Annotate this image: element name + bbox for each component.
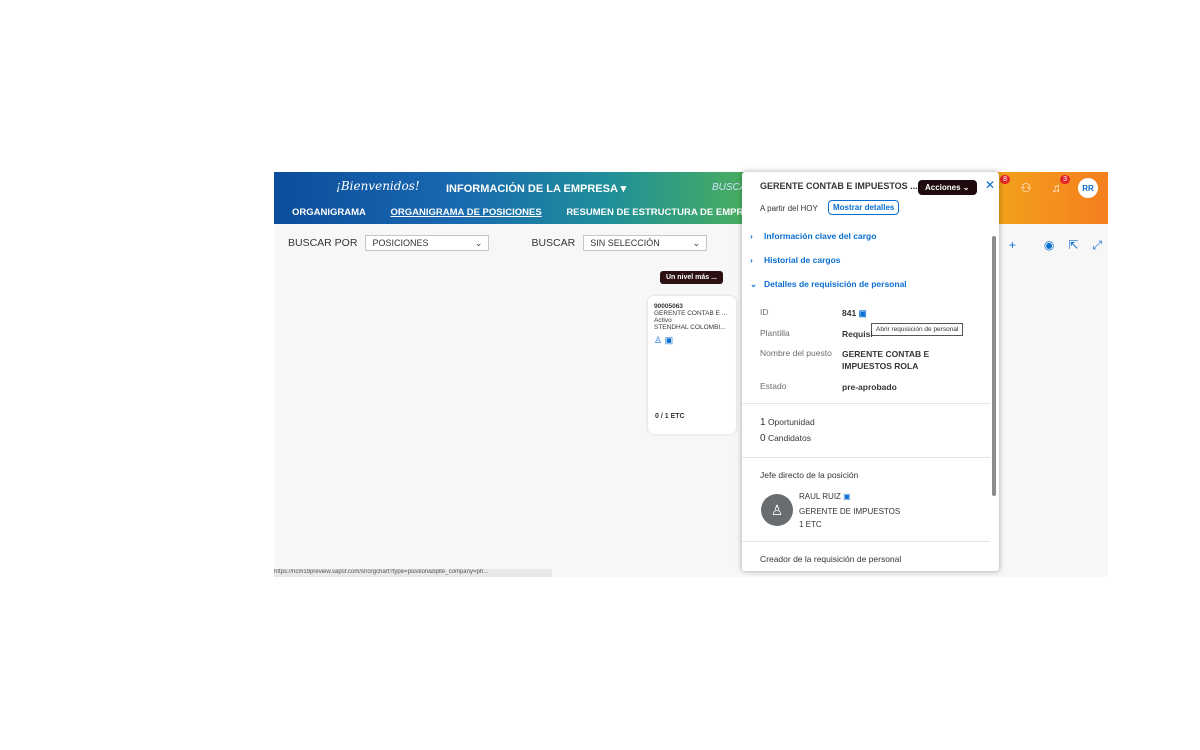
state-label: Estado	[760, 381, 787, 391]
todo-badge: 8	[1000, 175, 1010, 184]
position-fte: 0 / 1 ETC	[655, 413, 685, 420]
nav-tabs: ORGANIGRAMA ORGANIGRAMA DE POSICIONES RE…	[292, 207, 785, 218]
buscar-por-select[interactable]: POSICIONES ⌄	[365, 235, 490, 251]
panel-scrollbar[interactable]	[990, 228, 998, 568]
buscar-value: SIN SELECCIÓN	[590, 238, 660, 248]
position-name-label: Nombre del puesto	[760, 348, 832, 358]
divider	[742, 457, 990, 458]
contact-card-icon[interactable]: ▣	[843, 492, 851, 501]
req-id-value: 841 ▣	[842, 308, 867, 318]
tab-resumen-estructura[interactable]: RESUMEN DE ESTRUCTURA DE EMPRESA	[566, 207, 763, 218]
position-card[interactable]: 90005063 GERENTE CONTAB E ... Activo STE…	[648, 296, 736, 434]
buscar-por-value: POSICIONES	[372, 238, 429, 248]
position-name-value: GERENTE CONTAB E IMPUESTOS ROLA	[842, 349, 930, 371]
add-icon[interactable]: +	[1009, 238, 1016, 253]
notification-badge: 3	[1060, 175, 1070, 184]
module-menu[interactable]: INFORMACIÓN DE LA EMPRESA ▾	[446, 182, 626, 195]
status-bar-url: https://hcm19preview.sapsf.com/sf/orgcha…	[274, 569, 552, 577]
chevron-right-icon: ›	[750, 255, 753, 265]
template-label: Plantilla	[760, 328, 790, 338]
chevron-down-icon: ⌄	[692, 237, 701, 248]
candidates[interactable]: 0 Candidatos	[760, 433, 811, 444]
tooltip: Abrir requisición de personal	[871, 323, 964, 336]
section-requisicion[interactable]: ⌄ Detalles de requisición de personal	[750, 279, 907, 290]
template-value: Requisi	[842, 329, 873, 339]
creator-section-title: Creador de la requisición de personal	[760, 554, 902, 564]
manager-section-title: Jefe directo de la posición	[760, 470, 859, 480]
buscar-select[interactable]: SIN SELECCIÓN ⌄	[583, 235, 708, 251]
people-icon[interactable]: ⚇	[1018, 181, 1034, 195]
fullscreen-icon[interactable]: ⤢	[1092, 238, 1102, 253]
filter-bar: BUSCAR POR POSICIONES ⌄ BUSCAR SIN SELEC…	[288, 235, 708, 251]
divider	[742, 403, 990, 404]
chart-toolbar: + ◉ ⇱ ⤢	[1009, 238, 1102, 253]
open-requisition-icon[interactable]: ▣	[859, 308, 867, 318]
welcome-logo[interactable]: ¡Bienvenidos!	[336, 179, 420, 193]
chevron-right-icon: ›	[750, 231, 753, 241]
position-company: STENDHAL COLOMBI...	[654, 324, 726, 331]
user-avatar[interactable]: RR	[1078, 178, 1098, 198]
show-details-button[interactable]: Mostrar detalles	[828, 200, 900, 215]
position-status: Activo	[654, 317, 672, 324]
position-id: 90005063	[654, 303, 683, 310]
view-icon[interactable]: ◉	[1044, 238, 1054, 253]
buscar-por-label: BUSCAR POR	[288, 237, 358, 249]
acciones-button[interactable]: Acciones ⌄	[918, 180, 977, 195]
position-title: GERENTE CONTAB E ...	[654, 310, 728, 317]
section-info-clave[interactable]: › Información clave del cargo	[750, 231, 876, 241]
bell-icon[interactable]: ♫ 3	[1048, 175, 1070, 195]
chevron-down-icon: ⌄	[474, 237, 483, 248]
export-icon[interactable]: ⇱	[1068, 238, 1078, 253]
panel-title: GERENTE CONTAB E IMPUESTOS ...	[760, 181, 918, 191]
scrollbar-thumb[interactable]	[992, 236, 996, 496]
chevron-down-icon: ⌄	[750, 279, 758, 289]
close-icon[interactable]: ✕	[985, 178, 995, 192]
tab-organigrama[interactable]: ORGANIGRAMA	[292, 207, 366, 218]
manager-name[interactable]: RAUL RUIZ ▣	[799, 492, 851, 501]
manager-fte: 1 ETC	[799, 520, 822, 529]
opportunities[interactable]: 1 Oportunidad	[760, 417, 815, 428]
one-level-up-button[interactable]: Un nivel más ...	[660, 271, 723, 284]
buscar-label: BUSCAR	[531, 237, 576, 249]
header-icons: )8 ⚇ ♫3 RR	[988, 175, 1098, 198]
position-detail-panel: GERENTE CONTAB E IMPUESTOS ... Acciones …	[742, 172, 999, 571]
req-id-label: ID	[760, 307, 769, 317]
manager-title: GERENTE DE IMPUESTOS	[799, 507, 901, 516]
divider	[742, 541, 990, 542]
as-of-label: A partir del HOY	[760, 204, 818, 213]
document-icon[interactable]: ▣	[665, 335, 674, 345]
tab-organigrama-posiciones[interactable]: ORGANIGRAMA DE POSICIONES	[391, 207, 542, 218]
card-icons: ♙ ▣	[654, 335, 730, 346]
person-icon[interactable]: ♙	[654, 335, 662, 345]
manager-avatar: ♙	[761, 494, 793, 526]
section-historial[interactable]: › Historial de cargos	[750, 255, 841, 265]
state-value: pre-aprobado	[842, 382, 897, 392]
